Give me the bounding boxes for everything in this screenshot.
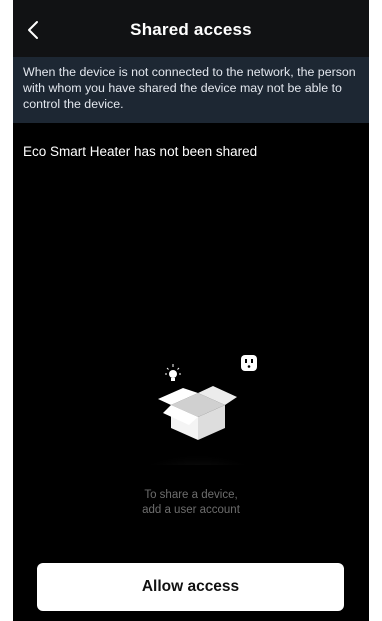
plug-icon — [241, 355, 257, 371]
empty-state-illustration — [120, 345, 276, 513]
navigation-bar: Shared access — [13, 0, 369, 57]
empty-state-hint: To share a device, add a user account — [13, 488, 369, 518]
allow-access-button[interactable]: Allow access — [37, 563, 344, 611]
app-screen: Shared access When the device is not con… — [13, 0, 369, 621]
page-title: Shared access — [130, 20, 252, 39]
network-notice-banner: When the device is not connected to the … — [13, 57, 369, 123]
empty-hint-line2: add a user account — [142, 504, 240, 516]
lamp-icon — [165, 364, 181, 381]
empty-hint-line1: To share a device, — [144, 489, 238, 501]
share-status-text: Eco Smart Heater has not been shared — [23, 144, 258, 159]
